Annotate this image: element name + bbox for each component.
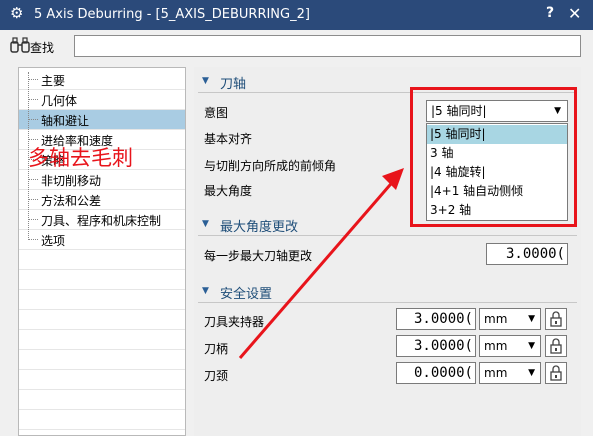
annotation-arrow xyxy=(238,168,404,359)
scrollbar[interactable] xyxy=(581,62,593,436)
